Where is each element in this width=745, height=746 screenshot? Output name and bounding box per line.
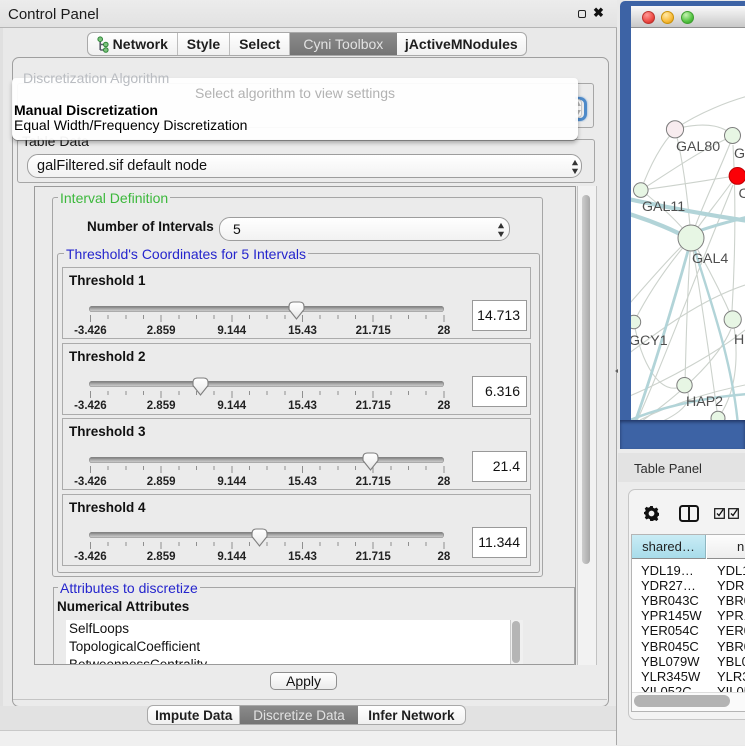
svg-text:GAL11: GAL11 (642, 199, 685, 215)
svg-text:C: C (739, 186, 745, 202)
svg-text:GAL4: GAL4 (692, 251, 728, 267)
svg-text:GAL80: GAL80 (676, 139, 720, 155)
svg-text:H: H (734, 332, 744, 348)
svg-text:GA: GA (734, 146, 745, 162)
svg-text:GCY1: GCY1 (631, 333, 668, 349)
svg-text:HAP2: HAP2 (686, 394, 723, 410)
